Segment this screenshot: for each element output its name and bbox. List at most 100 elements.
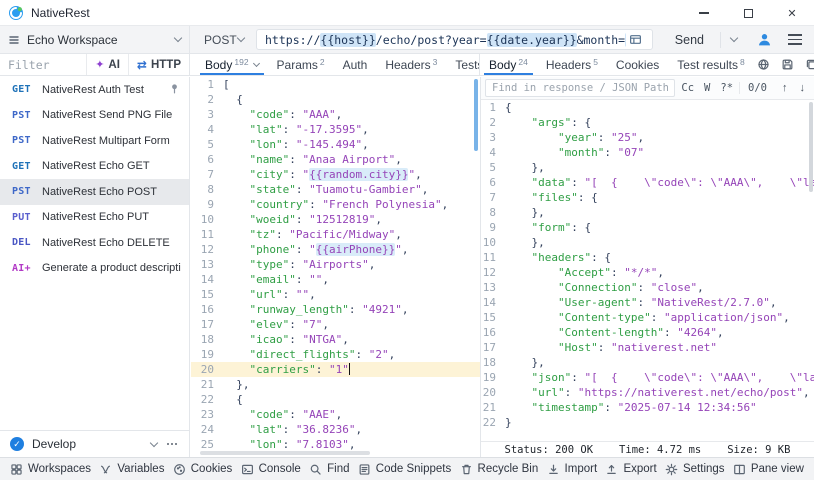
find-previous-icon[interactable]: ↑ — [777, 82, 793, 94]
code-text: "type": "Airports", — [223, 257, 375, 272]
response-viewer-scrollbar[interactable] — [809, 102, 813, 192]
bottom-toolbar-workspaces[interactable]: Workspaces — [10, 463, 91, 476]
code-text: "Content-type": "application/json", — [505, 310, 790, 325]
code-line: 17 "Host": "nativerest.net" — [481, 340, 814, 355]
hamburger-menu-icon[interactable] — [782, 34, 814, 45]
toolbar-item-label: Workspaces — [28, 463, 91, 475]
save-response-icon[interactable] — [778, 56, 798, 74]
code-line: 12 "phone": "{{airPhone}}", — [191, 242, 480, 257]
code-line: 17 "elev": "7", — [191, 317, 480, 332]
request-tab-headers[interactable]: Headers3 — [376, 54, 446, 75]
tab-label: Body — [205, 58, 232, 72]
bottom-toolbar-import[interactable]: Import — [547, 463, 598, 476]
browser-preview-icon[interactable] — [754, 56, 774, 74]
url-input[interactable]: https://{{host}}/echo/post?year={{date.y… — [256, 29, 653, 50]
line-number: 3 — [481, 130, 505, 145]
send-button[interactable]: Send — [655, 26, 720, 53]
request-body-editor[interactable]: 1[2 {3 "code": "AAA",4 "lat": "-17.3595"… — [191, 77, 480, 457]
maximize-icon[interactable] — [726, 0, 770, 26]
request-tab-tests[interactable]: Tests8 — [446, 54, 480, 75]
line-number: 15 — [481, 310, 505, 325]
regex-button[interactable]: ?* — [716, 82, 737, 94]
variables-icon — [99, 463, 112, 476]
line-number: 16 — [191, 302, 223, 317]
find-in-response-input[interactable] — [485, 79, 675, 97]
copy-response-icon[interactable] — [802, 56, 814, 74]
request-list-item[interactable]: DELNativeRest Echo DELETE — [0, 230, 189, 256]
bottom-toolbar-recycle-bin[interactable]: Recycle Bin — [460, 463, 539, 476]
request-list-item[interactable]: PSTNativeRest Send PNG File — [0, 103, 189, 129]
bottom-toolbar-settings[interactable]: Settings — [665, 463, 725, 476]
environment-selector[interactable]: ✓ Develop — [0, 430, 189, 457]
response-tab-headers[interactable]: Headers5 — [537, 54, 607, 75]
bottom-toolbar-pane-view[interactable]: Pane view — [733, 463, 804, 476]
tab-label: Params — [277, 58, 318, 72]
method-selector[interactable]: POST — [190, 26, 254, 53]
bottom-toolbar-console[interactable]: Console — [241, 463, 301, 476]
whole-word-button[interactable]: W — [700, 82, 714, 94]
more-options-icon[interactable] — [165, 442, 179, 446]
code-line: 14 "email": "", — [191, 272, 480, 287]
find-match-counter: 0/0 — [739, 82, 775, 94]
bottom-toolbar-find[interactable]: Find — [309, 463, 349, 476]
send-options-button[interactable] — [720, 32, 747, 48]
request-tab-params[interactable]: Params2 — [268, 54, 334, 75]
code-line: 6 "name": "Anaa Airport", — [191, 152, 480, 167]
line-number: 14 — [191, 272, 223, 287]
match-case-button[interactable]: Cc — [677, 82, 698, 94]
request-list-item[interactable]: GETNativeRest Echo GET — [0, 154, 189, 180]
request-list-item[interactable]: GETNativeRest Auth Test — [0, 77, 189, 103]
request-tab-body[interactable]: Body192 — [196, 54, 268, 75]
code-line: 5 }, — [481, 160, 814, 175]
line-number: 1 — [481, 100, 505, 115]
request-method-badge: GET — [12, 161, 42, 172]
code-line: 11 "tz": "Pacific/Midway", — [191, 227, 480, 242]
variables-panel-icon[interactable] — [626, 31, 646, 49]
request-editor-scrollbar[interactable] — [474, 79, 478, 151]
request-tab-auth[interactable]: Auth — [334, 54, 377, 75]
line-number: 11 — [481, 250, 505, 265]
code-line: 20 "url": "https://nativerest.net/echo/p… — [481, 385, 814, 400]
find-next-icon[interactable]: ↓ — [795, 82, 811, 94]
request-editor-hscrollbar[interactable] — [200, 451, 370, 455]
line-number: 1 — [191, 77, 223, 92]
request-list-item[interactable]: PSTNativeRest Multipart Form — [0, 128, 189, 154]
response-tab-test-results[interactable]: Test results8 — [668, 54, 753, 75]
toolbar-item-label: Pane view — [751, 463, 804, 475]
close-icon[interactable] — [770, 0, 814, 26]
url-text-part: /echo/post?year= — [376, 33, 487, 47]
code-line: 2 { — [191, 92, 480, 107]
http-button[interactable]: ⇄ HTTP — [128, 54, 189, 75]
code-line: 15 "Content-type": "application/json", — [481, 310, 814, 325]
tab-label: Headers — [546, 58, 591, 72]
bottom-toolbar-code-snippets[interactable]: Code Snippets — [358, 463, 451, 476]
toolbar-item-label: Cookies — [191, 463, 233, 475]
account-button[interactable] — [747, 32, 782, 47]
code-line: 13 "type": "Airports", — [191, 257, 480, 272]
url-text-part: https:// — [265, 33, 320, 47]
line-number: 2 — [481, 115, 505, 130]
code-line: 7 "files": { — [481, 190, 814, 205]
minimize-icon[interactable] — [682, 0, 726, 26]
bottom-toolbar-variables[interactable]: Variables — [99, 463, 164, 476]
text-cursor — [349, 363, 350, 375]
code-text: }, — [505, 160, 545, 175]
ai-button[interactable]: ✦ AI — [86, 54, 128, 75]
filter-input[interactable] — [0, 54, 86, 75]
request-list-item[interactable]: PUTNativeRest Echo PUT — [0, 205, 189, 231]
sparkle-icon: ✦ — [95, 58, 104, 71]
workspace-selector[interactable]: Echo Workspace — [0, 26, 190, 53]
line-number: 7 — [191, 167, 223, 182]
code-line: 9 "country": "French Polynesia", — [191, 197, 480, 212]
response-tab-body[interactable]: Body24 — [480, 54, 537, 75]
bottom-toolbar-cookies[interactable]: Cookies — [173, 463, 233, 476]
response-tab-cookies[interactable]: Cookies — [607, 54, 668, 75]
response-body-viewer[interactable]: 1{2 "args": {3 "year": "25",4 "month": "… — [481, 100, 814, 441]
toolbar-item-label: Find — [327, 463, 349, 475]
request-list-item[interactable]: PSTNativeRest Echo POST — [0, 179, 189, 205]
code-text: "lat": "36.8236", — [223, 422, 362, 437]
bottom-toolbar-export[interactable]: Export — [605, 463, 656, 476]
code-text: "lat": "-17.3595", — [223, 122, 369, 137]
request-list-item[interactable]: AI+Generate a product description — [0, 256, 189, 282]
code-text: "timestamp": "2025-07-14 12:34:56" — [505, 400, 757, 415]
